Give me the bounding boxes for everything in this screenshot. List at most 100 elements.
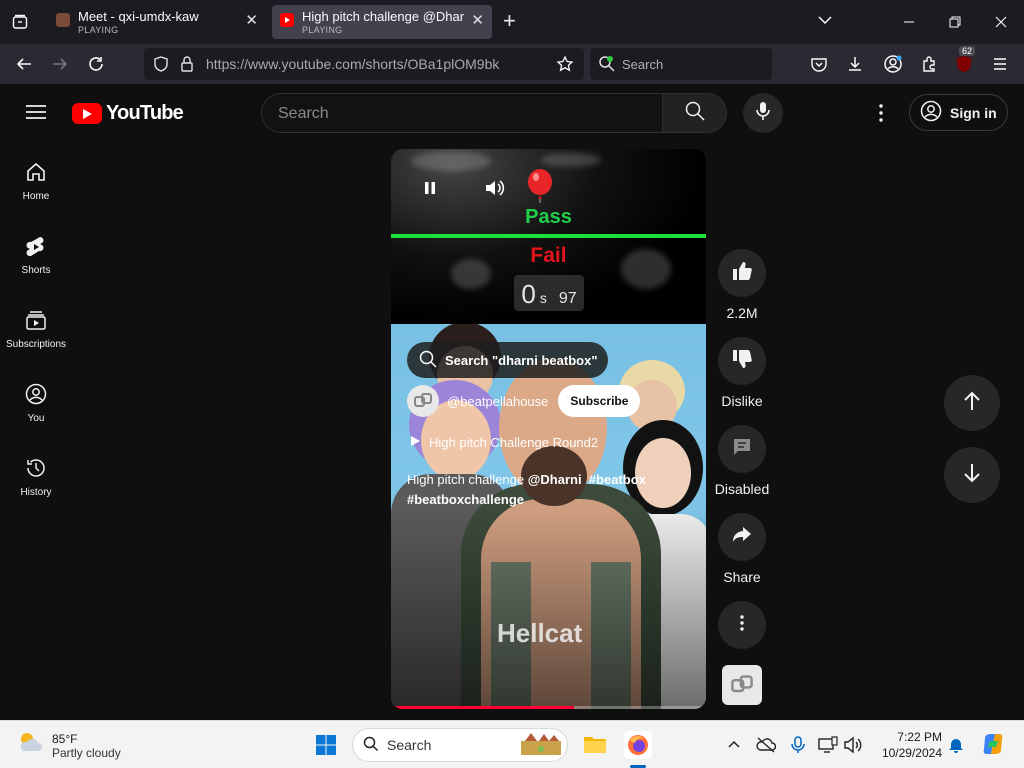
related-search-label: Search "dharni beatbox" <box>445 352 598 368</box>
share-button[interactable] <box>718 513 766 561</box>
next-short-button[interactable] <box>944 447 1000 503</box>
more-actions-button[interactable] <box>718 601 766 649</box>
chevron-down-icon[interactable] <box>817 12 833 33</box>
subscribe-button[interactable]: Subscribe <box>558 385 641 417</box>
youtube-search-input[interactable]: Search <box>261 93 663 133</box>
you-icon <box>0 383 72 409</box>
taskbar-search[interactable]: Search <box>352 728 568 762</box>
shield-icon[interactable] <box>152 55 170 78</box>
sidebar-item-history[interactable]: History <box>0 457 72 498</box>
home-icon <box>0 161 72 187</box>
downloads-icon[interactable] <box>844 53 866 75</box>
extensions-icon[interactable] <box>918 53 940 75</box>
shorts-video-player[interactable]: Pass Fail 0 s 97 Hellcat Search "dharni … <box>391 149 706 709</box>
tab-list-icon[interactable] <box>8 10 32 34</box>
search-icon <box>685 101 705 126</box>
account-icon[interactable] <box>882 53 904 75</box>
search-placeholder: Search <box>622 57 664 72</box>
volume-icon[interactable] <box>484 179 506 202</box>
comments-button[interactable] <box>718 425 766 473</box>
address-bar[interactable]: https://www.youtube.com/shorts/OBa1plOM9… <box>144 48 584 80</box>
sign-in-button[interactable]: Sign in <box>909 94 1008 131</box>
search-button[interactable] <box>663 93 727 133</box>
forward-icon[interactable] <box>48 52 72 76</box>
video-description: High pitch challenge @Dharni #beatbox #b… <box>407 470 687 510</box>
shorts-icon <box>0 235 72 261</box>
system-clock[interactable]: 7:22 PM 10/29/2024 <box>876 729 942 761</box>
timer-unit: s <box>539 290 547 306</box>
close-tab-icon[interactable]: ✕ <box>471 13 484 29</box>
related-search-chip[interactable]: Search "dharni beatbox" <box>407 342 608 378</box>
channel-thumbnail[interactable] <box>722 665 762 705</box>
arrow-up-icon <box>961 390 983 417</box>
sidebar-item-you[interactable]: You <box>0 383 72 424</box>
chevron-up-icon[interactable] <box>724 735 744 755</box>
youtube-favicon-icon <box>280 13 294 27</box>
sound-link[interactable]: High pitch Challenge Round2 <box>409 435 598 450</box>
reload-icon[interactable] <box>84 52 108 76</box>
like-button[interactable] <box>718 249 766 297</box>
video-caption-text: Hellcat <box>497 618 583 648</box>
arrow-down-icon <box>961 462 983 489</box>
network-icon[interactable] <box>818 735 838 755</box>
file-explorer-icon[interactable] <box>582 731 608 757</box>
close-window-icon[interactable] <box>989 10 1013 34</box>
channel-avatar[interactable] <box>407 385 439 417</box>
subscriptions-icon <box>0 309 72 335</box>
sound-title: High pitch Challenge Round2 <box>429 435 599 450</box>
ublock-icon[interactable]: 62 <box>953 46 976 75</box>
close-tab-icon[interactable]: ✕ <box>245 13 258 29</box>
windows-start-icon[interactable] <box>314 733 338 757</box>
microphone-icon[interactable] <box>788 735 808 755</box>
like-count: 2.2M <box>726 305 758 321</box>
pocket-icon[interactable] <box>808 53 830 75</box>
sidebar-item-label: History <box>20 487 52 498</box>
sign-in-label: Sign in <box>950 104 997 121</box>
tab-youtube-short[interactable]: High pitch challenge @Dharni # PLAYING ✕ <box>272 5 492 39</box>
taskbar-search-placeholder: Search <box>387 737 432 753</box>
sidebar-item-subscriptions[interactable]: Subscriptions <box>0 309 72 350</box>
lock-icon[interactable] <box>178 55 196 78</box>
more-vert-icon <box>732 613 752 638</box>
restore-icon[interactable] <box>943 10 967 34</box>
bookmark-star-icon[interactable] <box>556 55 574 78</box>
meet-favicon-icon <box>56 13 70 27</box>
firefox-icon[interactable] <box>624 731 652 759</box>
timer-display: 0 s 97 <box>514 275 584 311</box>
description-hashtag[interactable]: #beatboxchallenge <box>407 492 524 507</box>
fail-label: Fail <box>530 244 567 267</box>
hamburger-menu-icon[interactable] <box>989 53 1011 75</box>
more-vert-icon[interactable] <box>871 103 891 128</box>
copilot-icon[interactable] <box>980 731 1006 757</box>
windows-taskbar: 85°F Partly cloudy Search 7:22 PM 10/29/… <box>0 720 1024 768</box>
pause-icon[interactable] <box>421 179 439 202</box>
clock-time: 7:22 PM <box>897 730 942 744</box>
shorts-action-bar: 2.2M Dislike Disabled Share <box>715 249 769 649</box>
voice-search-button[interactable] <box>743 93 783 133</box>
video-progress-bar[interactable] <box>391 706 706 709</box>
video-progress-fill <box>391 706 574 709</box>
sidebar-item-shorts[interactable]: Shorts <box>0 235 72 276</box>
description-hashtag[interactable]: #beatbox <box>589 472 646 487</box>
thumbs-down-icon <box>731 348 753 375</box>
minimize-icon[interactable] <box>897 10 921 34</box>
new-tab-icon[interactable]: + <box>503 10 516 32</box>
browser-search-field[interactable]: Search <box>590 48 772 80</box>
pitch-game-overlay: Pass Fail 0 s 97 <box>391 149 706 324</box>
guide-menu-icon[interactable] <box>26 104 46 125</box>
channel-name[interactable]: @beatpellahouse <box>447 394 548 409</box>
dislike-button[interactable] <box>718 337 766 385</box>
back-icon[interactable] <box>12 52 36 76</box>
previous-short-button[interactable] <box>944 375 1000 431</box>
notification-bell-icon[interactable] <box>946 735 966 755</box>
pass-threshold-line <box>391 234 706 238</box>
youtube-logo[interactable]: YouTube <box>72 102 184 125</box>
sidebar-item-label: Shorts <box>21 265 51 276</box>
weather-condition: Partly cloudy <box>52 745 121 760</box>
speaker-icon[interactable] <box>843 735 863 755</box>
sidebar-item-home[interactable]: Home <box>0 161 72 202</box>
tab-meet[interactable]: Meet - qxi-umdx-kaw PLAYING ✕ <box>48 5 266 39</box>
weather-widget[interactable]: 85°F Partly cloudy <box>16 729 121 762</box>
onedrive-offline-icon[interactable] <box>756 735 776 755</box>
description-mention[interactable]: @Dharni <box>528 472 582 487</box>
